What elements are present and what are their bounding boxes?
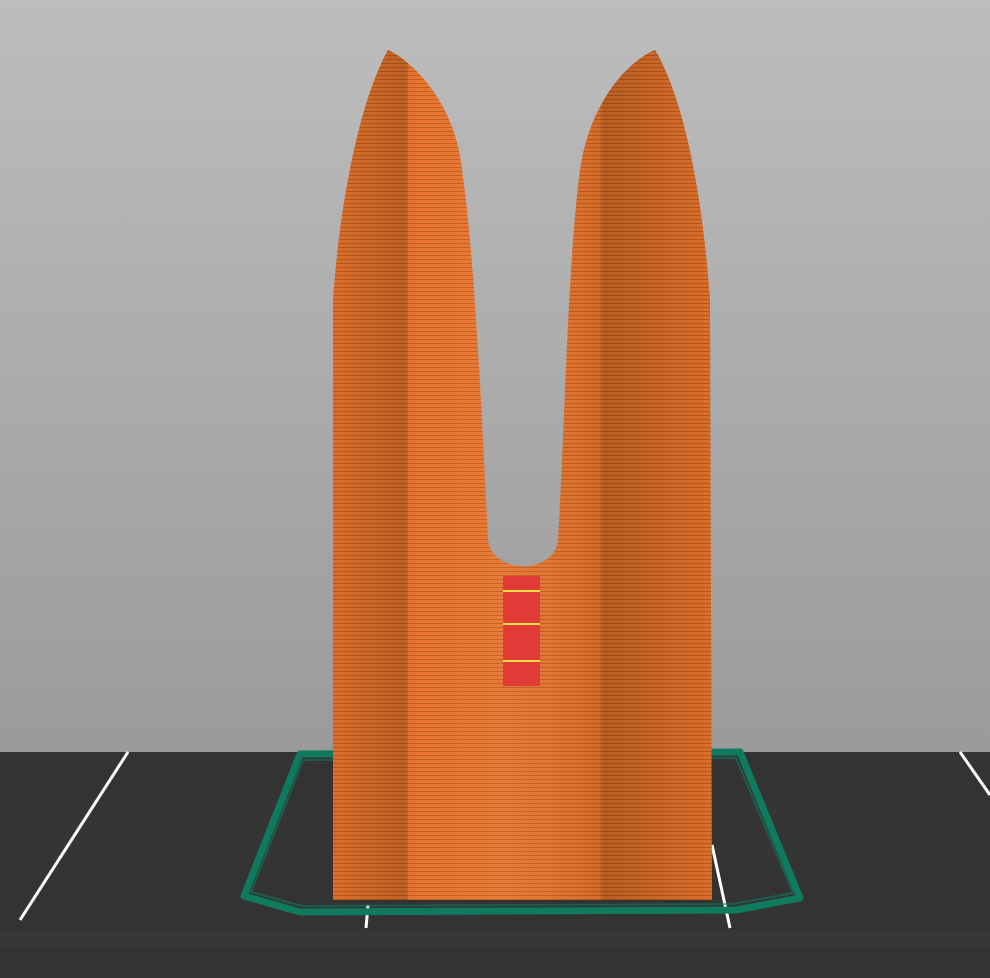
3d-preview-viewport[interactable] [0, 0, 990, 978]
3d-scene[interactable] [0, 0, 990, 978]
top-infill-layers [503, 576, 540, 686]
